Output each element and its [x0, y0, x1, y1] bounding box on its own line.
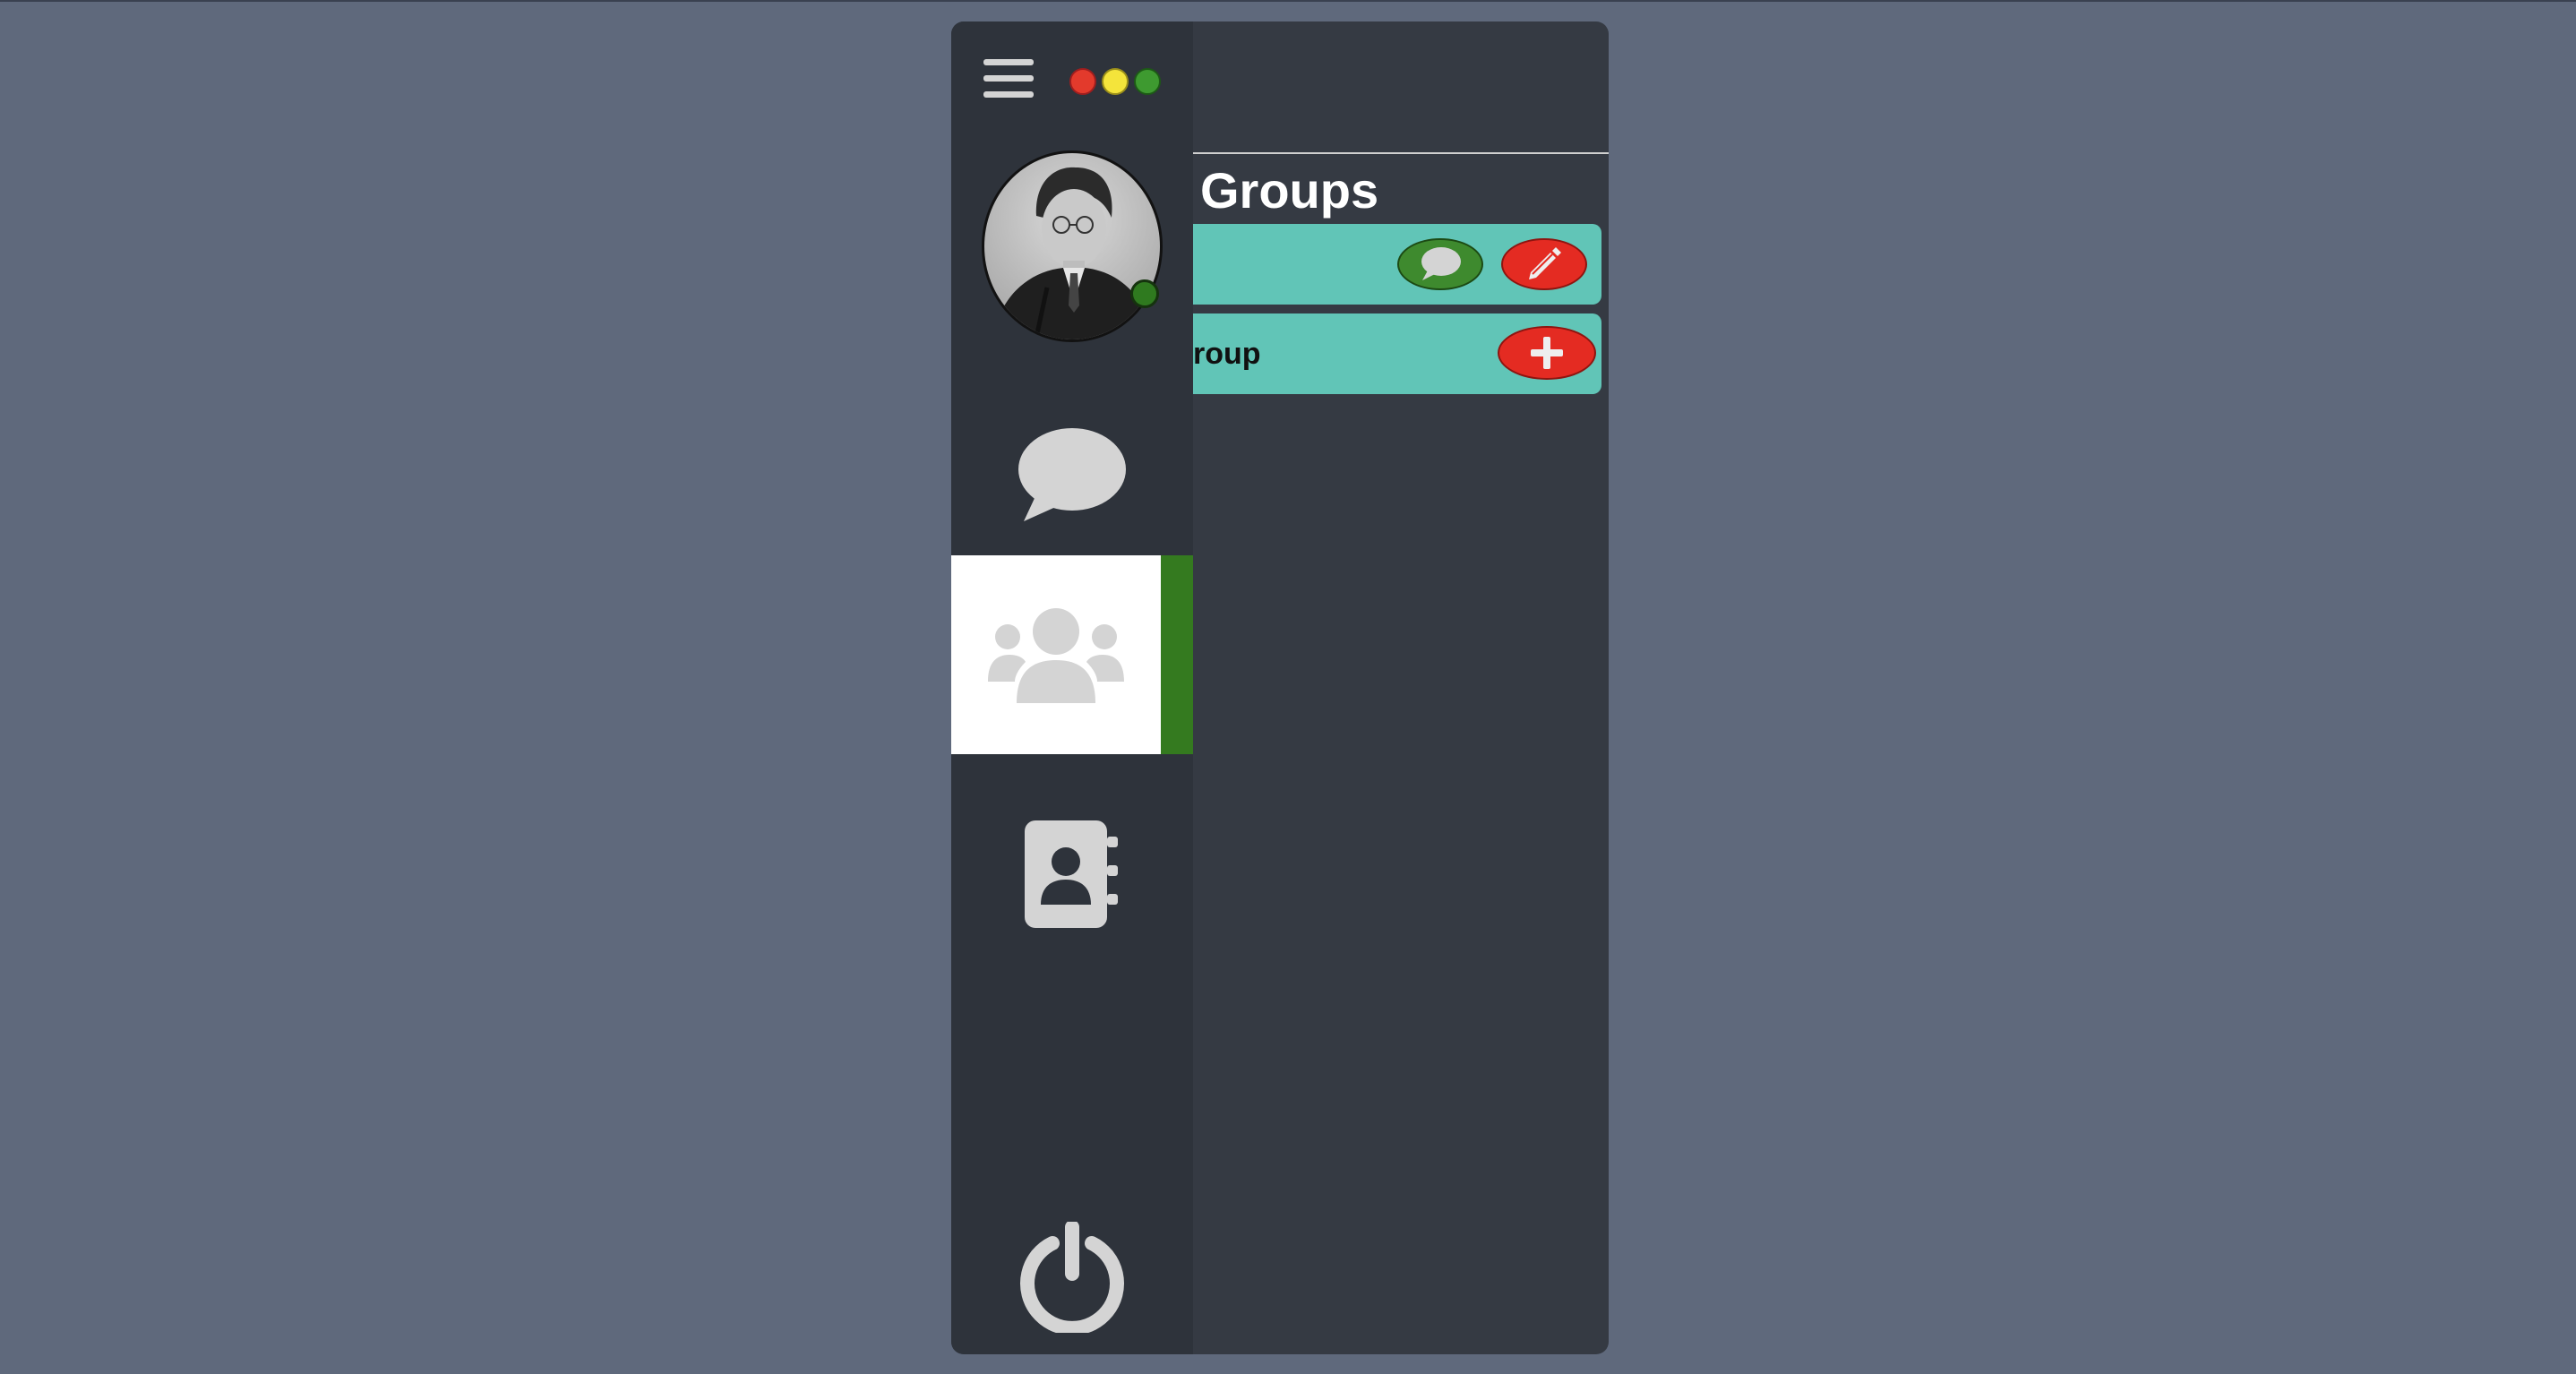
list-item[interactable]	[1193, 224, 1601, 305]
avatar-portrait	[993, 167, 1153, 339]
window-minimize-button[interactable]	[1102, 68, 1129, 95]
users-group-icon	[988, 608, 1124, 703]
page-title: Groups	[1200, 162, 1379, 219]
header-divider	[1193, 152, 1609, 154]
sidebar-item-groups[interactable]	[951, 555, 1161, 754]
power-icon	[1020, 1222, 1124, 1333]
add-group-button[interactable]	[1498, 326, 1596, 380]
window-close-button[interactable]	[1069, 68, 1096, 95]
active-nav-indicator	[1161, 555, 1193, 754]
app-window: Groups roup	[951, 21, 1609, 1354]
hamburger-menu-icon[interactable]	[983, 57, 1034, 102]
page-top-border	[0, 0, 2576, 2]
window-maximize-button[interactable]	[1134, 68, 1161, 95]
avatar[interactable]	[982, 150, 1163, 342]
group-row-label: roup	[1193, 337, 1261, 371]
address-book-icon	[1025, 820, 1118, 928]
groups-panel: Groups roup	[1193, 21, 1609, 1354]
logout-button[interactable]	[951, 1179, 1193, 1354]
pencil-icon	[1529, 247, 1561, 279]
chat-bubble-icon	[1018, 428, 1126, 521]
edit-group-button[interactable]	[1501, 238, 1587, 290]
open-chat-button[interactable]	[1397, 238, 1483, 290]
sidebar	[951, 21, 1193, 1354]
sidebar-item-contacts[interactable]	[951, 776, 1193, 973]
chat-bubble-icon	[1421, 247, 1461, 280]
sidebar-item-chats[interactable]	[951, 376, 1193, 573]
plus-icon	[1531, 337, 1563, 369]
list-item[interactable]: roup	[1193, 313, 1601, 394]
online-status-indicator	[1130, 279, 1159, 308]
